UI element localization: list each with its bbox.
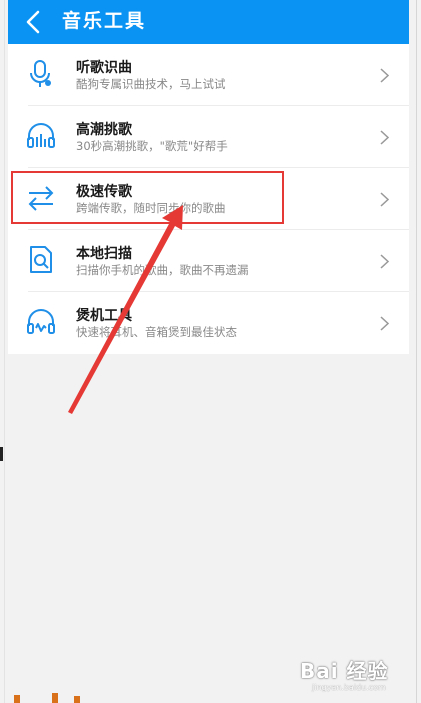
scan-file-icon <box>30 246 52 273</box>
tool-item-local-scan[interactable]: 本地扫描 扫描你手机的歌曲，歌曲不再遗漏 <box>8 230 409 292</box>
watermark-url: jingyan.baidu.com <box>312 683 386 692</box>
frame-edge-right <box>416 0 417 703</box>
page-title: 音乐工具 <box>62 10 147 32</box>
top-bar: 音乐工具 <box>8 0 409 44</box>
tool-name: 高潮挑歌 <box>76 122 132 138</box>
microphone-icon <box>30 60 51 87</box>
tool-desc: 扫描你手机的歌曲，歌曲不再遗漏 <box>76 263 249 277</box>
back-arrow-icon[interactable] <box>22 9 46 35</box>
tool-desc: 30秒高潮挑歌，"歌荒"好帮手 <box>76 139 228 153</box>
decor-shapes <box>14 693 80 703</box>
tool-item-climax-pick[interactable]: 高潮挑歌 30秒高潮挑歌，"歌荒"好帮手 <box>8 106 409 168</box>
chevron-right-icon <box>380 68 389 83</box>
chevron-right-icon <box>380 130 389 145</box>
chevron-right-icon <box>380 316 389 331</box>
tool-name: 本地扫描 <box>76 246 132 262</box>
tool-item-burn-in[interactable]: 煲机工具 快速将耳机、音箱煲到最佳状态 <box>8 292 409 354</box>
tool-name: 煲机工具 <box>76 308 132 324</box>
watermark: Bai 经验 <box>300 659 389 683</box>
chevron-right-icon <box>380 254 389 269</box>
highlight-box <box>11 171 284 224</box>
tool-desc: 快速将耳机、音箱煲到最佳状态 <box>76 325 237 339</box>
edge-mark <box>0 447 3 461</box>
tool-name: 听歌识曲 <box>76 60 132 76</box>
tool-desc: 酷狗专属识曲技术，马上试试 <box>76 77 226 91</box>
tool-item-song-recognition[interactable]: 听歌识曲 酷狗专属识曲技术，马上试试 <box>8 44 409 106</box>
chevron-right-icon <box>380 192 389 207</box>
headphones-wave-icon <box>27 309 55 334</box>
headphones-bars-icon <box>27 123 55 148</box>
frame-edge-left <box>4 0 5 703</box>
